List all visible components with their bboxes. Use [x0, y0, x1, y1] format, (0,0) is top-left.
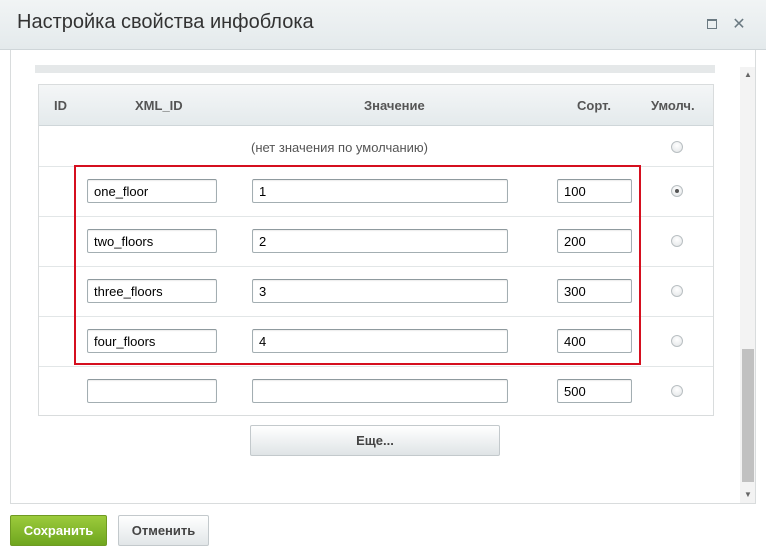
scroll-down-icon[interactable]: ▼	[740, 487, 755, 503]
dialog-content: ID XML_ID Значение Сорт. Умолч. (нет зна…	[10, 50, 756, 504]
sort-input[interactable]	[557, 379, 632, 403]
sort-input[interactable]	[557, 229, 632, 253]
default-radio[interactable]	[671, 335, 683, 347]
default-radio[interactable]	[671, 385, 683, 397]
value-input[interactable]	[252, 379, 508, 403]
table-header: ID XML_ID Значение Сорт. Умолч.	[39, 85, 713, 126]
xml-id-input[interactable]	[87, 229, 217, 253]
value-input[interactable]	[252, 329, 508, 353]
table-row	[39, 317, 713, 367]
dialog-title: Настройка свойства инфоблока	[17, 11, 314, 33]
xml-id-input[interactable]	[87, 379, 217, 403]
save-button[interactable]: Сохранить	[10, 515, 107, 546]
default-radio[interactable]	[671, 285, 683, 297]
vertical-scrollbar[interactable]: ▲ ▼	[740, 67, 755, 503]
more-button[interactable]: Еще...	[250, 425, 500, 456]
scroll-up-icon[interactable]: ▲	[740, 67, 755, 83]
sort-input[interactable]	[557, 329, 632, 353]
header-sort: Сорт.	[577, 98, 611, 113]
value-input[interactable]	[252, 179, 508, 203]
header-default: Умолч.	[651, 98, 695, 113]
no-default-label: (нет значения по умолчанию)	[251, 140, 428, 155]
xml-id-input[interactable]	[87, 279, 217, 303]
sort-input[interactable]	[557, 179, 632, 203]
values-table: ID XML_ID Значение Сорт. Умолч. (нет зна…	[38, 84, 714, 416]
maximize-icon	[707, 19, 717, 29]
table-row	[39, 217, 713, 267]
default-radio[interactable]	[671, 185, 683, 197]
header-id: ID	[54, 98, 67, 113]
sort-input[interactable]	[557, 279, 632, 303]
top-strip	[35, 65, 715, 73]
table-row-no-default: (нет значения по умолчанию)	[39, 126, 713, 167]
scroll-thumb[interactable]	[742, 349, 754, 482]
dialog-titlebar: Настройка свойства инфоблока ✕	[0, 0, 766, 50]
xml-id-input[interactable]	[87, 179, 217, 203]
value-input[interactable]	[252, 229, 508, 253]
xml-id-input[interactable]	[87, 329, 217, 353]
table-row-new	[39, 367, 713, 417]
default-radio[interactable]	[671, 235, 683, 247]
header-value: Значение	[364, 98, 425, 113]
value-input[interactable]	[252, 279, 508, 303]
default-radio-none[interactable]	[671, 141, 683, 153]
table-row	[39, 167, 713, 217]
maximize-button[interactable]	[702, 14, 722, 34]
cancel-button[interactable]: Отменить	[118, 515, 209, 546]
header-xml-id: XML_ID	[135, 98, 183, 113]
close-icon: ✕	[732, 16, 746, 33]
close-button[interactable]: ✕	[729, 14, 749, 34]
table-row	[39, 267, 713, 317]
